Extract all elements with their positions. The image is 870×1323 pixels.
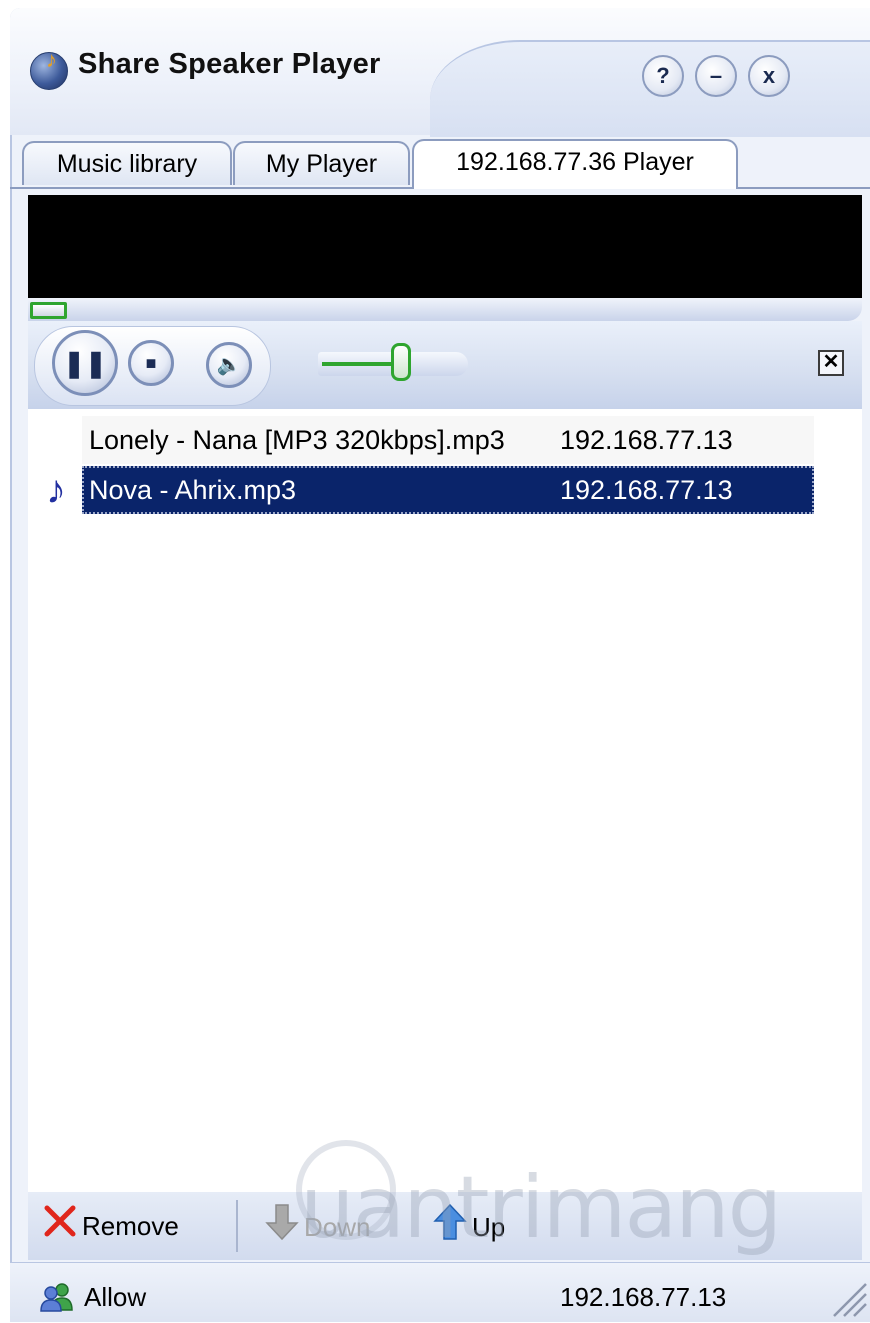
stop-button[interactable]: ■ (128, 340, 174, 386)
playlist (28, 409, 862, 1192)
seek-bar[interactable] (28, 299, 862, 321)
speaker-icon: 🔈 (216, 354, 242, 376)
resize-grip-icon[interactable] (826, 1276, 868, 1318)
remove-button[interactable]: Remove (42, 1203, 179, 1249)
remove-x-icon (42, 1203, 78, 1253)
track-host: 192.168.77.13 (560, 425, 733, 455)
tab-remote-player[interactable]: 192.168.77.36 Player (412, 139, 738, 189)
mute-button[interactable]: 🔈 (206, 342, 252, 388)
stop-icon: ■ (145, 353, 157, 373)
track-name: Lonely - Nana [MP3 320kbps].mp3 (89, 425, 505, 455)
track-host: 192.168.77.13 (560, 475, 733, 505)
users-icon (40, 1282, 74, 1312)
track-name: Nova - Ahrix.mp3 (89, 475, 297, 505)
volume-level-fill (322, 362, 392, 366)
watermark: uantrimang (300, 1158, 782, 1258)
close-panel-button[interactable]: ✕ (818, 350, 844, 376)
now-playing-icon: ♪ (46, 468, 66, 512)
app-title: Share Speaker Player (78, 48, 381, 80)
tab-my-player[interactable]: My Player (233, 141, 410, 185)
minimize-button[interactable]: – (695, 55, 737, 97)
playlist-row[interactable]: Lonely - Nana [MP3 320kbps].mp3 192.168.… (82, 416, 814, 464)
arrow-down-icon (264, 1203, 300, 1255)
volume-handle[interactable] (391, 343, 412, 381)
remove-label: Remove (82, 1211, 179, 1241)
music-note-icon: ♪ (46, 47, 57, 72)
pause-button[interactable]: ❚❚ (52, 330, 118, 396)
status-label: Allow (84, 1282, 147, 1312)
close-button[interactable]: x (748, 55, 790, 97)
pause-icon: ❚❚ (63, 348, 107, 378)
tab-music-library[interactable]: Music library (22, 141, 232, 185)
playlist-row-selected[interactable]: Nova - Ahrix.mp3 192.168.77.13 (82, 466, 814, 514)
help-button[interactable]: ? (642, 55, 684, 97)
toolbar-separator (236, 1200, 238, 1252)
video-display (28, 195, 862, 298)
seek-handle[interactable] (30, 302, 67, 319)
status-ip: 192.168.77.13 (560, 1282, 727, 1312)
